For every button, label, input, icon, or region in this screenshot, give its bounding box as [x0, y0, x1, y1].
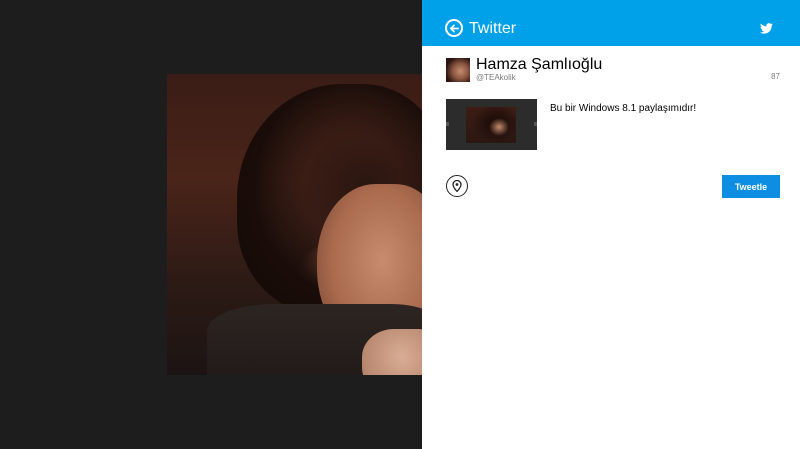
avatar	[446, 58, 470, 82]
twitter-bird-icon	[760, 23, 773, 34]
account-handle: @TEAkolik	[476, 73, 516, 82]
photo-hand	[362, 329, 422, 375]
panel-header: Twitter	[422, 0, 800, 46]
share-panel: Twitter Hamza Şamlıoğlu @TEAkolik 87 Bu …	[422, 0, 800, 449]
thumbnail-edge-left	[446, 122, 449, 126]
tweet-text-field[interactable]: Bu bir Windows 8.1 paylaşımıdır!	[550, 103, 696, 114]
panel-title: Twitter	[469, 20, 517, 37]
back-arrow-glyph	[449, 23, 459, 33]
attached-image-thumbnail	[446, 99, 537, 150]
account-name: Hamza Şamlıoğlu	[476, 56, 603, 73]
location-pin-glyph	[452, 180, 462, 192]
thumbnail-photo	[466, 107, 516, 143]
location-pin-icon[interactable]	[446, 175, 468, 197]
background-photo	[167, 74, 422, 375]
thumbnail-edge-right	[534, 122, 537, 126]
remaining-char-count: 87	[771, 72, 780, 81]
tweet-submit-button[interactable]: Tweetle	[722, 175, 780, 198]
back-arrow-icon[interactable]	[445, 19, 463, 37]
account-row: Hamza Şamlıoğlu @TEAkolik 87	[446, 56, 780, 84]
